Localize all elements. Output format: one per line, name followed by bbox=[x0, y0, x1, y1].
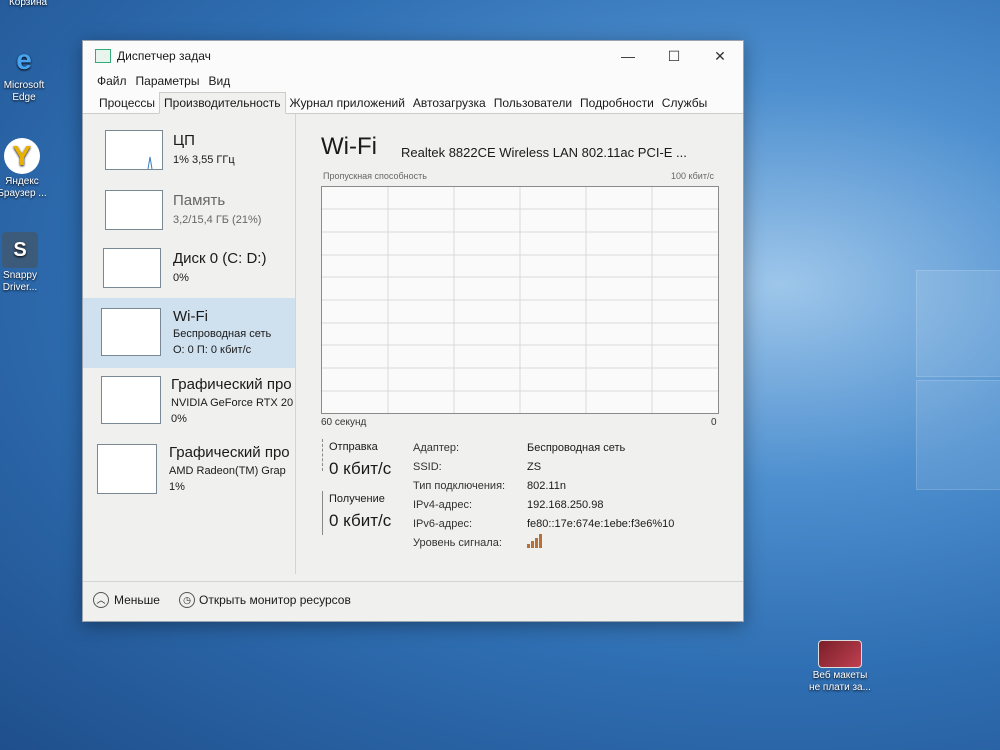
send-value: 0 кбит/с bbox=[329, 459, 392, 478]
disk-mini-graph bbox=[103, 248, 161, 288]
sidebar-item-detail: 1% 3,55 ГГц bbox=[173, 154, 235, 166]
sidebar-item-title: Графический про bbox=[169, 444, 290, 461]
graph-max-label: 100 кбит/с bbox=[671, 171, 714, 181]
info-key-ipv4: IPv4-адрес: bbox=[413, 499, 473, 511]
receive-indicator bbox=[322, 491, 323, 535]
desktop-icon-edge[interactable]: e Microsoft Edge bbox=[0, 42, 54, 104]
yandex-icon: Y bbox=[4, 138, 40, 174]
window-controls: — ☐ ✕ bbox=[605, 48, 743, 65]
sidebar-item-wifi[interactable]: Wi-Fi Беспроводная сеть О: 0 П: 0 кбит/с bbox=[83, 298, 295, 368]
page-title: Wi-Fi bbox=[321, 133, 377, 160]
sidebar-item-detail: AMD Radeon(TM) Grap bbox=[169, 465, 286, 477]
signal-bar bbox=[531, 541, 534, 548]
desktop-icon-yandex[interactable]: Y Яндекс Браузер ... bbox=[0, 138, 52, 200]
receive-label: Получение bbox=[329, 493, 385, 505]
throughput-graph bbox=[321, 186, 719, 414]
gpu-nvidia-mini-graph bbox=[101, 376, 161, 424]
cpu-mini-graph bbox=[105, 130, 163, 170]
info-key-adapter: Адаптер: bbox=[413, 442, 460, 454]
adapter-name: Realtek 8822CE Wireless LAN 802.11ac PCI… bbox=[401, 145, 687, 160]
info-key-signal: Уровень сигнала: bbox=[413, 537, 502, 549]
info-key-connection-type: Тип подключения: bbox=[413, 480, 506, 492]
sidebar-item-title: Диск 0 (C: D:) bbox=[173, 250, 267, 267]
info-key-ssid: SSID: bbox=[413, 461, 442, 473]
signal-bar bbox=[535, 538, 538, 548]
cpu-spike-icon bbox=[147, 156, 153, 170]
wallpaper-pane bbox=[916, 270, 1000, 377]
task-manager-window: Диспетчер задач — ☐ ✕ Файл Параметры Вид… bbox=[82, 40, 744, 622]
receive-value: 0 кбит/с bbox=[329, 511, 392, 530]
menu-file[interactable]: Файл bbox=[97, 74, 127, 88]
sidebar-item-usage: 0% bbox=[171, 413, 187, 425]
sidebar-item-gpu-nvidia[interactable]: Графический про NVIDIA GeForce RTX 20 0% bbox=[83, 370, 295, 440]
sidebar-item-detail: 0% bbox=[173, 272, 189, 284]
sidebar-item-usage: 1% bbox=[169, 481, 185, 493]
open-resource-monitor-link[interactable]: Открыть монитор ресурсов bbox=[199, 593, 351, 607]
info-value-ipv4: 192.168.250.98 bbox=[527, 499, 604, 511]
graph-min-label: 0 bbox=[711, 417, 717, 428]
sidebar-item-speed: О: 0 П: 0 кбит/с bbox=[173, 344, 252, 356]
graph-title: Пропускная способность bbox=[323, 171, 427, 181]
graph-grid bbox=[322, 187, 718, 413]
info-value-ipv6: fe80::17e:674e:1ebe:f3e6%10 bbox=[527, 518, 675, 530]
menu-bar: Файл Параметры Вид bbox=[83, 71, 743, 91]
resource-monitor-icon[interactable]: ◷ bbox=[179, 592, 195, 608]
menu-options[interactable]: Параметры bbox=[136, 74, 200, 88]
sidebar-item-detail: NVIDIA GeForce RTX 20 bbox=[171, 397, 294, 409]
chevron-up-icon[interactable]: ︿ bbox=[93, 592, 109, 608]
send-label: Отправка bbox=[329, 441, 378, 453]
graph-time-label: 60 секунд bbox=[321, 417, 367, 428]
title-bar[interactable]: Диспетчер задач — ☐ ✕ bbox=[83, 41, 743, 71]
tab-app-history[interactable]: Журнал приложений bbox=[286, 93, 409, 113]
info-value-ssid: ZS bbox=[527, 461, 542, 473]
info-key-ipv6: IPv6-адрес: bbox=[413, 518, 473, 530]
sidebar-item-detail: Беспроводная сеть bbox=[173, 328, 272, 340]
wallpaper-pane bbox=[916, 380, 1000, 490]
maximize-button[interactable]: ☐ bbox=[651, 48, 697, 65]
sidebar-item-title: ЦП bbox=[173, 132, 195, 149]
fewer-details-link[interactable]: Меньше bbox=[114, 593, 160, 607]
tab-processes[interactable]: Процессы bbox=[95, 93, 159, 113]
sidebar-item-title: Память bbox=[173, 192, 226, 209]
tab-services[interactable]: Службы bbox=[658, 93, 711, 113]
sidebar-item-title: Графический про bbox=[171, 376, 292, 393]
desktop-icon-web-layouts[interactable]: Веб макеты не плати за... bbox=[802, 640, 878, 694]
tab-startup[interactable]: Автозагрузка bbox=[409, 93, 490, 113]
info-value-adapter: Беспроводная сеть bbox=[527, 442, 626, 454]
memory-mini-graph bbox=[105, 190, 163, 230]
tab-bar: Процессы Производительность Журнал прило… bbox=[83, 91, 743, 114]
sidebar-item-title: Wi-Fi bbox=[173, 308, 208, 325]
window-title: Диспетчер задач bbox=[117, 49, 211, 63]
signal-strength-icon bbox=[527, 534, 543, 548]
task-manager-icon bbox=[95, 49, 111, 63]
desktop-icon-snappy[interactable]: S Snappy Driver... bbox=[0, 232, 50, 294]
footer: ︿ Меньше ◷ Открыть монитор ресурсов bbox=[83, 581, 743, 620]
tab-users[interactable]: Пользователи bbox=[490, 93, 576, 113]
send-indicator bbox=[322, 439, 324, 471]
sidebar-item-detail: 3,2/15,4 ГБ (21%) bbox=[173, 214, 262, 226]
resource-sidebar: ЦП 1% 3,55 ГГц Память 3,2/15,4 ГБ (21%) … bbox=[83, 114, 296, 574]
signal-bar bbox=[527, 544, 530, 548]
desktop-recycle-bin-label[interactable]: Корзина bbox=[0, 0, 58, 9]
snappy-driver-icon: S bbox=[2, 232, 38, 268]
minimize-button[interactable]: — bbox=[605, 48, 651, 65]
wifi-mini-graph bbox=[101, 308, 161, 356]
signal-bar bbox=[539, 534, 542, 548]
tab-details[interactable]: Подробности bbox=[576, 93, 658, 113]
info-value-connection-type: 802.11n bbox=[527, 480, 566, 492]
menu-view[interactable]: Вид bbox=[208, 74, 230, 88]
edge-icon: e bbox=[16, 44, 32, 75]
close-button[interactable]: ✕ bbox=[697, 48, 743, 65]
tab-performance[interactable]: Производительность bbox=[159, 92, 286, 114]
gpu-amd-mini-graph bbox=[97, 444, 157, 494]
sidebar-item-gpu-amd[interactable]: Графический про AMD Radeon(TM) Grap 1% bbox=[83, 440, 295, 510]
web-layouts-icon bbox=[818, 640, 862, 668]
